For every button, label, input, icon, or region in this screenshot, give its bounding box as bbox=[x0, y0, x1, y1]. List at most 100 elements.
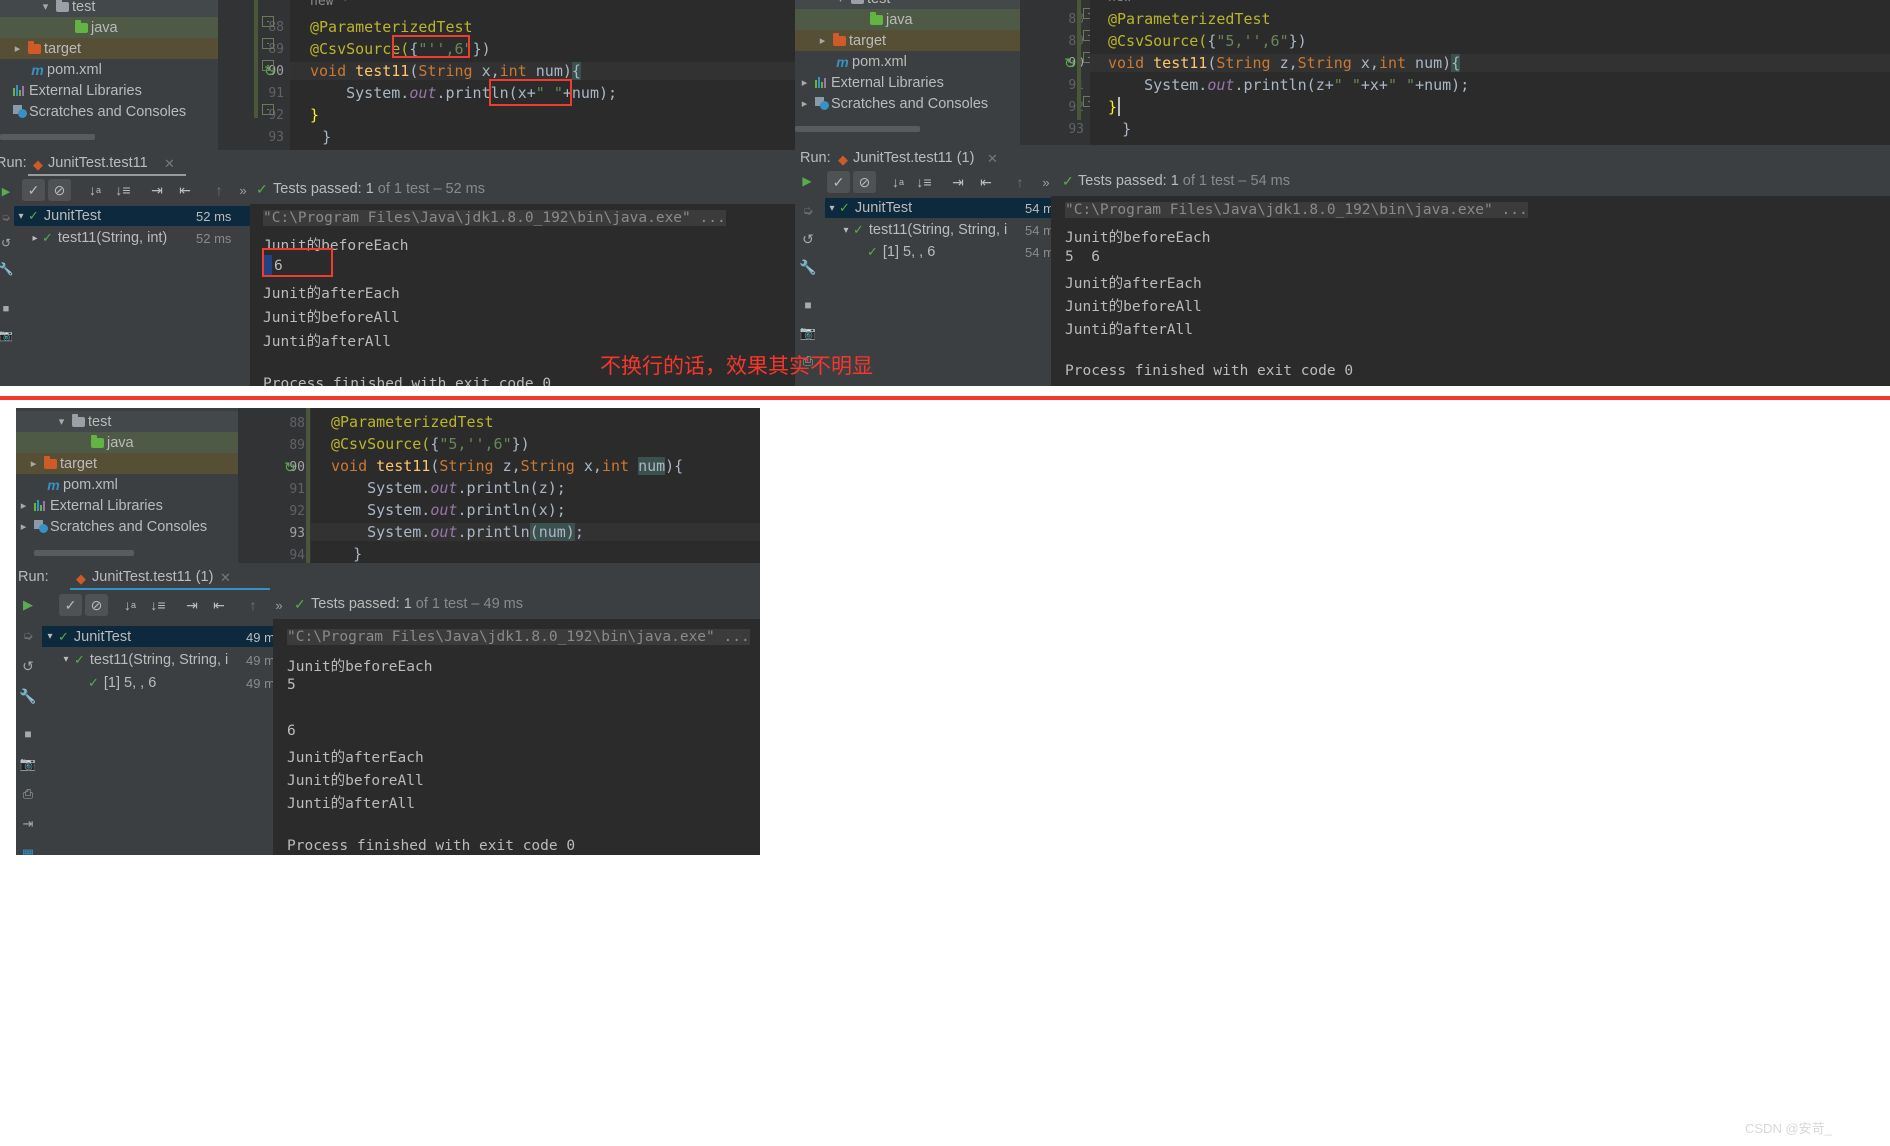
rerun-button[interactable]: ▶ bbox=[19, 596, 37, 614]
debug-button[interactable]: ➭ bbox=[799, 202, 817, 220]
top-left-fold-strip[interactable]: - - - - bbox=[258, 0, 290, 150]
debug-button[interactable]: ➭ bbox=[0, 209, 14, 225]
more-options-button[interactable]: » bbox=[268, 594, 290, 616]
chevron-right-icon[interactable]: ▸ bbox=[797, 76, 812, 89]
previous-failed-button[interactable]: ↑ bbox=[1009, 171, 1031, 193]
top-right-editor[interactable]: new @ParameterizedTest @CsvSource({"5,''… bbox=[1090, 0, 1890, 145]
bottom-project-tree[interactable]: ▾ test java ▸ target m pom.xml ▸ Externa… bbox=[16, 408, 246, 563]
settings-button[interactable]: 🔧 bbox=[799, 258, 817, 276]
debug-button[interactable]: ➭ bbox=[19, 627, 37, 645]
chevron-right-icon[interactable]: ▸ bbox=[815, 34, 830, 47]
project-tree-scrollbar[interactable] bbox=[0, 134, 95, 140]
sort-alphabetically-button[interactable]: ↓ a bbox=[887, 171, 909, 193]
screenshot-button[interactable]: 📷 bbox=[0, 327, 14, 343]
settings-button[interactable]: 🔧 bbox=[19, 687, 37, 705]
rerun-failed-button[interactable]: ↺ bbox=[0, 235, 14, 251]
rerun-button[interactable]: ▶ bbox=[0, 183, 14, 199]
tree-item-java[interactable]: java bbox=[795, 9, 1020, 30]
expand-all-button[interactable]: ⇥ bbox=[947, 171, 969, 193]
top-right-console[interactable]: "C:\Program Files\Java\jdk1.8.0_192\bin\… bbox=[1051, 196, 1890, 388]
previous-failed-button[interactable]: ↑ bbox=[208, 179, 230, 201]
chevron-right-icon[interactable]: ▸ bbox=[10, 42, 25, 55]
chevron-down-icon[interactable]: ▾ bbox=[58, 654, 74, 665]
tree-item-scratches-and-consoles[interactable]: ▸ Scratches and Consoles bbox=[16, 516, 246, 537]
sort-by-duration-button[interactable]: ↓≡ bbox=[913, 171, 935, 193]
tree-item-pom-xml[interactable]: m pom.xml bbox=[0, 59, 218, 80]
rerun-failed-button[interactable]: ↺ bbox=[19, 657, 37, 675]
chevron-down-icon[interactable]: ▾ bbox=[38, 0, 53, 13]
sort-by-duration-button[interactable]: ↓≡ bbox=[112, 179, 134, 201]
settings-button[interactable]: 🔧 bbox=[0, 261, 14, 277]
chevron-right-icon[interactable]: ▸ bbox=[26, 457, 41, 470]
expand-all-button[interactable]: ⇥ bbox=[181, 594, 203, 616]
more-options-button[interactable]: » bbox=[1035, 171, 1057, 193]
show-passed-toggle[interactable]: ✓ bbox=[59, 594, 82, 616]
stop-button[interactable]: ■ bbox=[799, 296, 817, 314]
tree-item-target[interactable]: ▸ target bbox=[16, 453, 246, 474]
screenshot-button[interactable]: 📷 bbox=[19, 755, 37, 773]
chevron-down-icon[interactable]: ▾ bbox=[42, 631, 58, 642]
tree-item-test[interactable]: ▾ test bbox=[0, 0, 218, 17]
project-tree-scrollbar[interactable] bbox=[34, 550, 134, 556]
bottom-console[interactable]: "C:\Program Files\Java\jdk1.8.0_192\bin\… bbox=[273, 619, 760, 855]
chevron-down-icon[interactable]: ▾ bbox=[14, 211, 28, 222]
chevron-down-icon[interactable]: ▾ bbox=[839, 225, 853, 236]
tree-item-pom-xml[interactable]: m pom.xml bbox=[16, 474, 246, 495]
chevron-down-icon[interactable]: ▾ bbox=[833, 0, 848, 5]
screenshot-button[interactable]: 📷 bbox=[799, 324, 817, 342]
collapse-all-button[interactable]: ⇤ bbox=[975, 171, 997, 193]
rerun-failed-button[interactable]: ↺ bbox=[799, 230, 817, 248]
sort-by-duration-button[interactable]: ↓≡ bbox=[147, 594, 169, 616]
tree-item-scratches-and-consoles[interactable]: ▸ Scratches and Consoles bbox=[795, 93, 1020, 114]
tree-item-java[interactable]: java bbox=[0, 17, 218, 38]
show-passed-toggle[interactable]: ✓ bbox=[827, 171, 850, 193]
chevron-right-icon[interactable]: ▸ bbox=[797, 97, 812, 110]
project-tree-scrollbar[interactable] bbox=[795, 126, 920, 132]
top-left-test-tree[interactable]: ▾ ✓ JunitTest 52 ms ▸ ✓ test11(String, i… bbox=[14, 204, 250, 388]
tree-item-java[interactable]: java bbox=[16, 432, 246, 453]
chevron-right-icon[interactable]: ▸ bbox=[16, 520, 31, 533]
tree-item-external-libraries[interactable]: External Libraries bbox=[0, 80, 218, 101]
chevron-down-icon[interactable]: ▾ bbox=[825, 203, 839, 214]
stop-button[interactable]: ■ bbox=[0, 301, 14, 317]
collapse-all-button[interactable]: ⇤ bbox=[208, 594, 230, 616]
show-passed-toggle[interactable]: ✓ bbox=[22, 179, 45, 201]
rerun-button[interactable]: ▶ bbox=[799, 173, 815, 189]
more-options-button[interactable]: » bbox=[232, 179, 254, 201]
hide-ignored-toggle[interactable]: ⊘ bbox=[48, 179, 71, 201]
expand-all-button[interactable]: ⇥ bbox=[146, 179, 168, 201]
tree-item-test[interactable]: ▾ test bbox=[795, 0, 1020, 9]
chevron-right-icon[interactable]: ▸ bbox=[28, 233, 42, 244]
print-button[interactable]: ⎙ bbox=[19, 785, 37, 803]
tree-item-test[interactable]: ▾ test bbox=[16, 411, 246, 432]
tree-item-external-libraries[interactable]: ▸ External Libraries bbox=[795, 72, 1020, 93]
tree-item-scratches-and-consoles[interactable]: Scratches and Consoles bbox=[0, 101, 218, 122]
stop-button[interactable]: ■ bbox=[19, 725, 37, 743]
export-button[interactable]: ⇥ bbox=[19, 815, 37, 833]
run-tab-title[interactable]: JunitTest.test11 (1) bbox=[92, 569, 213, 585]
run-test-gutter-icon[interactable]: ↻ bbox=[284, 459, 296, 476]
tree-item-external-libraries[interactable]: ▸ External Libraries bbox=[16, 495, 246, 516]
close-icon[interactable]: ✕ bbox=[164, 156, 175, 172]
previous-failed-button[interactable]: ↑ bbox=[242, 594, 264, 616]
sort-alphabetically-button[interactable]: ↓ a bbox=[84, 179, 106, 201]
hide-ignored-toggle[interactable]: ⊘ bbox=[853, 171, 876, 193]
top-left-project-tree[interactable]: ▾ test java ▸ target m pom.xml External … bbox=[0, 0, 218, 150]
tree-item-target[interactable]: ▸ target bbox=[0, 38, 218, 59]
bottom-editor[interactable]: @ParameterizedTest @CsvSource({"5,'',6"}… bbox=[311, 408, 760, 563]
hide-ignored-toggle[interactable]: ⊘ bbox=[85, 594, 108, 616]
chevron-down-icon[interactable]: ▾ bbox=[54, 415, 69, 428]
run-tab-title[interactable]: JunitTest.test11 (1) bbox=[853, 150, 974, 166]
sort-alphabetically-button[interactable]: ↓ a bbox=[119, 594, 141, 616]
collapse-all-button[interactable]: ⇤ bbox=[174, 179, 196, 201]
chevron-right-icon[interactable]: ▸ bbox=[16, 499, 31, 512]
close-icon[interactable]: ✕ bbox=[220, 570, 231, 586]
bottom-test-tree[interactable]: ▾ ✓ JunitTest 49 ms ▾ ✓ test11(String, S… bbox=[42, 619, 289, 855]
close-icon[interactable]: ✕ bbox=[987, 151, 998, 167]
run-test-gutter-icon[interactable]: ↻ bbox=[1064, 55, 1076, 72]
tree-item-pom-xml[interactable]: m pom.xml bbox=[795, 51, 1020, 72]
layout-button[interactable]: ▦ bbox=[19, 845, 37, 855]
run-tab-title[interactable]: JunitTest.test11 bbox=[48, 155, 148, 171]
top-right-project-tree[interactable]: ▾ test java ▸ target m pom.xml ▸ Externa… bbox=[795, 0, 1020, 145]
tree-item-target[interactable]: ▸ target bbox=[795, 30, 1020, 51]
